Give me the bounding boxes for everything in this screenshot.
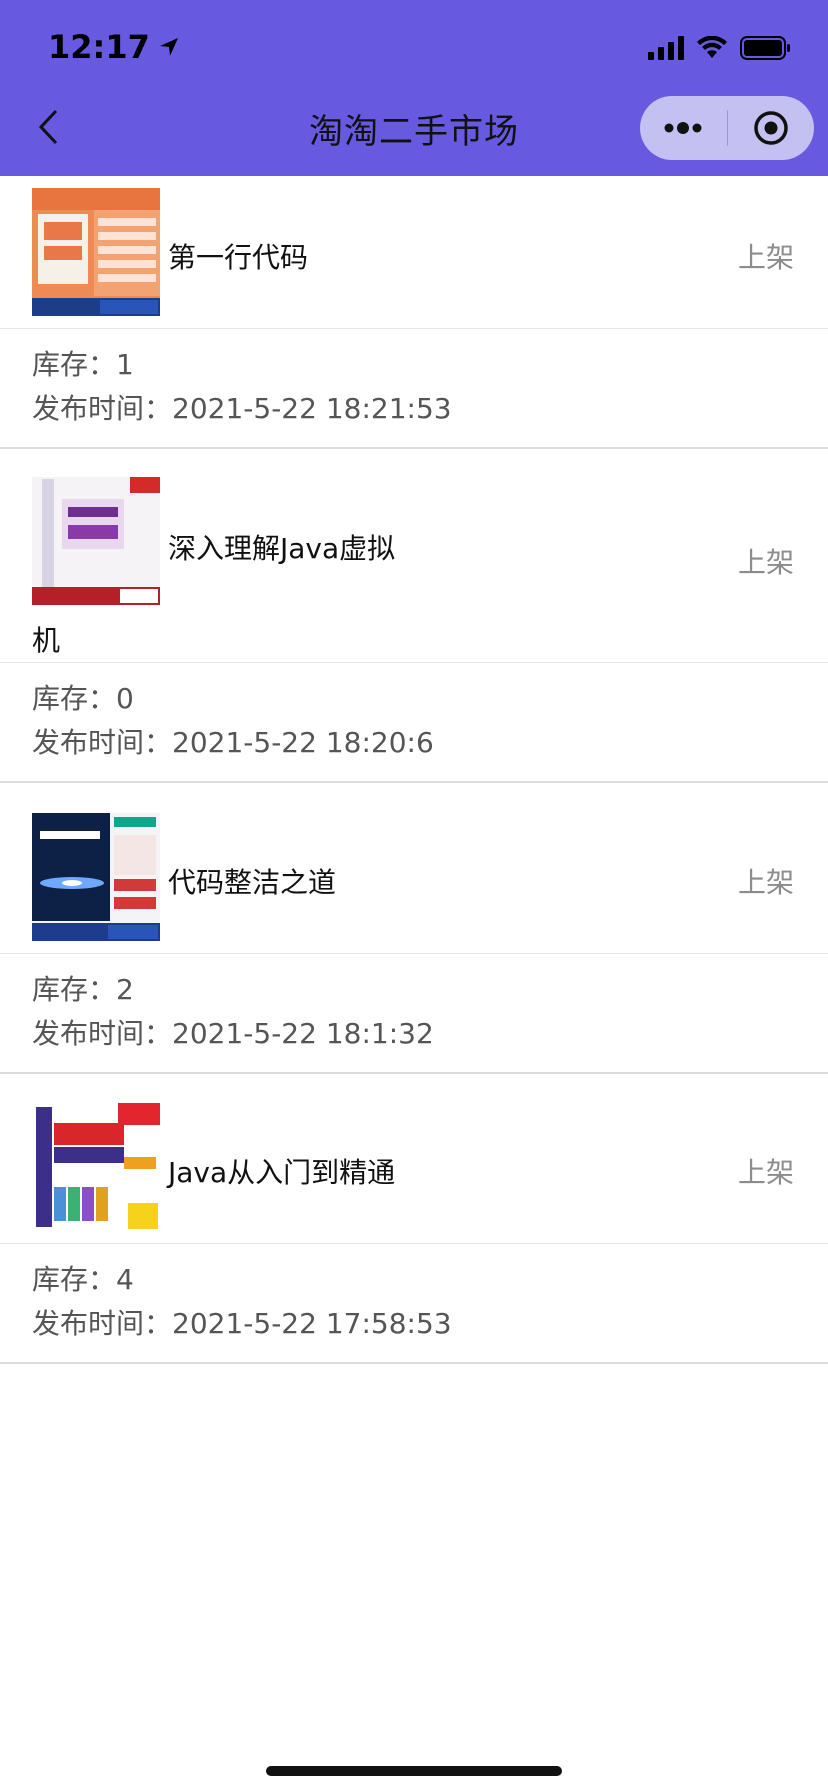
- page: 12:17 淘淘二手市场 第一行代码 上架 库存：1 发布时间：2021-5-2…: [0, 0, 828, 1792]
- book-cover-image: [32, 1103, 160, 1231]
- wifi-icon: [697, 36, 727, 58]
- publish-time-line: 发布时间：2021-5-22 18:1:32: [32, 1012, 828, 1056]
- item-info: 库存：1 发布时间：2021-5-22 18:21:53: [0, 329, 828, 449]
- mini-program-capsule: [640, 96, 814, 160]
- battery-icon: [740, 36, 790, 60]
- publish-time-label: 发布时间：: [32, 1017, 173, 1050]
- stock-value: 4: [116, 1263, 134, 1296]
- more-dots-icon: [664, 122, 702, 134]
- list-item[interactable]: 第一行代码 上架 库存：1 发布时间：2021-5-22 18:21:53: [0, 176, 828, 449]
- book-cover-image: [32, 477, 160, 605]
- list-item[interactable]: 代码整洁之道 上架 库存：2 发布时间：2021-5-22 18:1:32: [0, 801, 828, 1074]
- item-info: 库存：2 发布时间：2021-5-22 18:1:32: [0, 954, 828, 1074]
- stock-line: 库存：4: [32, 1258, 828, 1302]
- stock-value: 1: [116, 348, 134, 381]
- list-item[interactable]: 深入理解Java虚拟 机 上架 库存：0 发布时间：2021-5-22 18:2…: [0, 467, 828, 783]
- home-indicator[interactable]: [266, 1766, 562, 1776]
- nav-header: 12:17 淘淘二手市场: [0, 0, 828, 176]
- list-item[interactable]: Java从入门到精通 上架 库存：4 发布时间：2021-5-22 17:58:…: [0, 1091, 828, 1364]
- status-time-text: 12:17: [48, 28, 150, 66]
- stock-line: 库存：1: [32, 343, 828, 387]
- item-header: 深入理解Java虚拟 机 上架: [0, 467, 828, 663]
- stock-line: 库存：2: [32, 968, 828, 1012]
- publish-time-value: 2021-5-22 18:21:53: [172, 392, 452, 425]
- book-cover[interactable]: [32, 1103, 160, 1231]
- publish-time-value: 2021-5-22 18:20:6: [172, 726, 434, 759]
- publish-time-line: 发布时间：2021-5-22 17:58:53: [32, 1302, 828, 1346]
- book-name-continued: 机: [32, 624, 61, 657]
- list-on-shelf-button[interactable]: 上架: [738, 861, 794, 901]
- book-cover[interactable]: [32, 477, 160, 605]
- item-info: 库存：4 发布时间：2021-5-22 17:58:53: [0, 1244, 828, 1364]
- item-header: 代码整洁之道 上架: [0, 801, 828, 954]
- target-close-icon: [754, 111, 788, 145]
- publish-time-label: 发布时间：: [32, 726, 173, 759]
- item-header: Java从入门到精通 上架: [0, 1091, 828, 1244]
- more-button[interactable]: [640, 96, 727, 160]
- book-cover[interactable]: [32, 188, 160, 316]
- list-on-shelf-button[interactable]: 上架: [738, 236, 794, 276]
- publish-time-line: 发布时间：2021-5-22 18:20:6: [32, 721, 828, 765]
- stock-label: 库存：: [32, 1263, 117, 1296]
- stock-line: 库存：0: [32, 677, 828, 721]
- location-arrow-icon: [159, 38, 178, 56]
- item-info: 库存：0 发布时间：2021-5-22 18:20:6: [0, 663, 828, 783]
- publish-time-value: 2021-5-22 18:1:32: [172, 1017, 434, 1050]
- stock-label: 库存：: [32, 973, 117, 1006]
- stock-value: 0: [116, 682, 134, 715]
- item-header: 第一行代码 上架: [0, 176, 828, 329]
- publish-time-line: 发布时间：2021-5-22 18:21:53: [32, 387, 828, 431]
- publish-time-label: 发布时间：: [32, 392, 173, 425]
- book-name[interactable]: 代码整洁之道: [168, 861, 336, 901]
- book-cover-image: [32, 188, 160, 316]
- publish-time-label: 发布时间：: [32, 1307, 173, 1340]
- stock-label: 库存：: [32, 348, 117, 381]
- close-miniprogram-button[interactable]: [728, 96, 815, 160]
- book-name[interactable]: 深入理解Java虚拟: [168, 527, 395, 567]
- list-on-shelf-button[interactable]: 上架: [738, 541, 794, 581]
- book-name[interactable]: 第一行代码: [168, 236, 308, 276]
- list-on-shelf-button[interactable]: 上架: [738, 1151, 794, 1191]
- stock-value: 2: [116, 973, 134, 1006]
- status-icons: [648, 36, 792, 60]
- cellular-signal-icon: [648, 36, 684, 60]
- book-name[interactable]: Java从入门到精通: [168, 1151, 395, 1191]
- status-time: 12:17: [48, 28, 180, 66]
- book-cover[interactable]: [32, 813, 160, 941]
- publish-time-value: 2021-5-22 17:58:53: [172, 1307, 452, 1340]
- stock-label: 库存：: [32, 682, 117, 715]
- book-cover-image: [32, 813, 160, 941]
